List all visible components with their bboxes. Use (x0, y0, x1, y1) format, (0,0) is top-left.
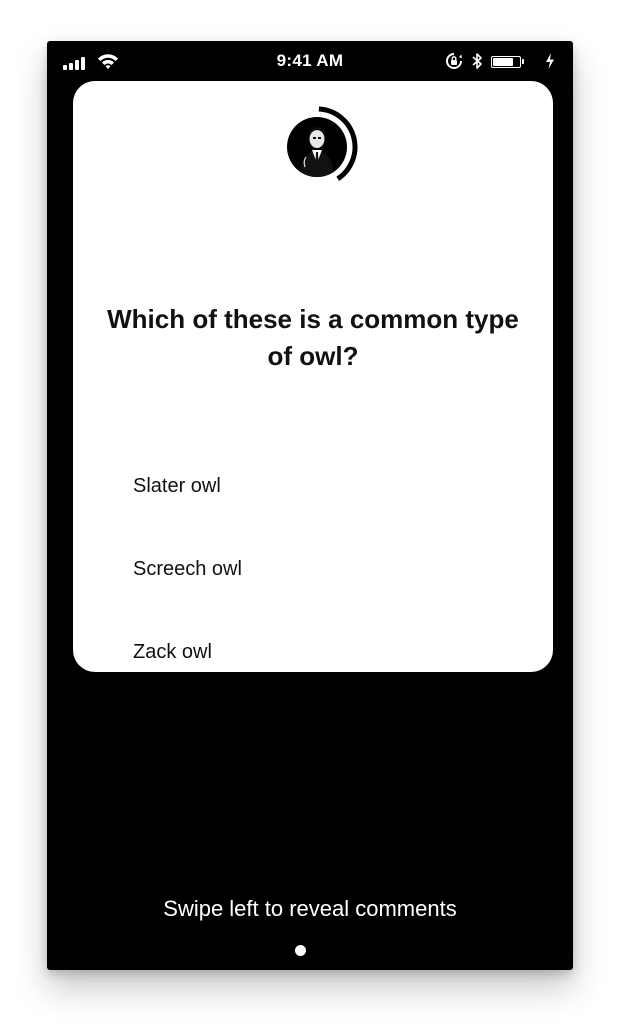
swipe-hint-text: Swipe left to reveal comments (163, 896, 457, 921)
phone-screen: 9:41 AM Which of these is a common type … (47, 41, 573, 970)
battery-level (493, 58, 513, 66)
answer-option-1[interactable]: Slater owl (133, 471, 513, 501)
charging-bolt-icon (546, 53, 554, 69)
countdown-timer (277, 101, 369, 193)
answer-option-3[interactable]: Zack owl (133, 637, 513, 667)
status-bar: 9:41 AM (47, 41, 573, 81)
answer-option-2[interactable]: Screech owl (133, 554, 513, 584)
battery-icon (491, 56, 525, 68)
bluetooth-icon (472, 53, 482, 69)
question-card: Which of these is a common type of owl? … (73, 81, 553, 672)
question-text: Which of these is a common type of owl? (107, 304, 519, 371)
rotation-lock-icon (446, 53, 462, 69)
host-avatar-icon (287, 117, 347, 177)
status-icons (445, 52, 565, 70)
page-indicator-dot[interactable] (295, 945, 306, 956)
